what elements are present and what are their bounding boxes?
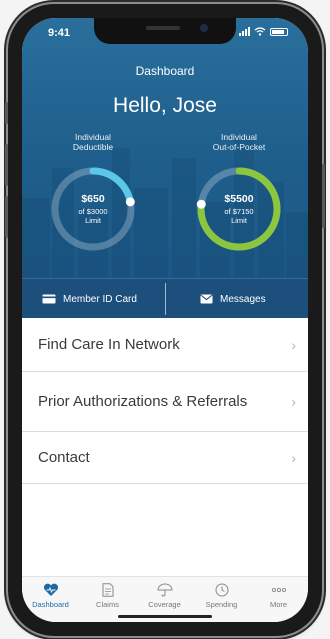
battery-icon (270, 27, 288, 36)
app-screen: 9:41 Dashboard Hello, Jose Individual De… (22, 18, 308, 622)
tab-label: More (269, 600, 288, 609)
oop-values: $5500 of $7150 Limit (192, 162, 286, 256)
messages-label: Messages (220, 293, 266, 305)
tab-spending[interactable]: Spending (193, 583, 250, 609)
envelope-icon (200, 294, 213, 304)
oop-limit-label: Limit (231, 216, 247, 225)
dots-icon (271, 587, 286, 593)
greeting: Hello, Jose (113, 94, 217, 117)
mute-switch (5, 102, 8, 124)
oop-label-line1: Individual (221, 132, 257, 142)
page-title: Dashboard (135, 64, 195, 78)
umbrella-icon (156, 583, 173, 597)
phone-frame: 9:41 Dashboard Hello, Jose Individual De… (5, 4, 325, 636)
navigation-menu: Find Care In Network › Prior Authorizati… (22, 318, 308, 484)
deductible-of: of $3000 (78, 207, 108, 216)
oop-amount: $5500 (224, 193, 254, 205)
tab-coverage[interactable]: Coverage (136, 583, 193, 609)
member-id-card-label: Member ID Card (63, 293, 137, 305)
id-card-icon (42, 294, 56, 304)
menu-item-label: Contact (38, 449, 90, 466)
tab-more[interactable]: More (250, 583, 307, 609)
tab-label: Spending (205, 600, 238, 609)
heart-icon (43, 583, 58, 596)
deductible-label-line1: Individual (75, 132, 111, 142)
oop-label-line2: Out-of-Pocket (212, 142, 266, 152)
deductible-values: $650 of $3000 Limit (46, 162, 140, 256)
tab-dashboard[interactable]: Dashboard (22, 583, 79, 609)
power-button (322, 164, 325, 228)
menu-item-label: Prior Authorizations & Referrals (38, 393, 248, 410)
volume-down-button (5, 196, 8, 238)
volume-up-button (5, 144, 8, 186)
cellular-signal-icon (239, 27, 250, 36)
status-time: 9:41 (48, 27, 71, 39)
tab-label: Dashboard (32, 600, 69, 609)
deductible-label: Individual Deductible (38, 132, 148, 152)
menu-item-contact[interactable]: Contact › (22, 432, 308, 484)
chevron-right-icon: › (291, 336, 296, 353)
oop-label: Individual Out-of-Pocket (184, 132, 294, 152)
member-id-card-button[interactable]: Member ID Card (42, 279, 137, 318)
quick-actions-bar: Member ID Card Messages (22, 278, 308, 318)
wifi-icon (254, 27, 266, 36)
menu-item-prior-authorizations[interactable]: Prior Authorizations & Referrals › (22, 372, 308, 432)
action-divider (165, 283, 166, 315)
menu-item-find-care[interactable]: Find Care In Network › (22, 318, 308, 372)
tab-bar: Dashboard Claims Coverage Spending More (22, 576, 308, 622)
tab-label: Claims (96, 600, 119, 609)
oop-gauge[interactable]: $5500 of $7150 Limit (192, 162, 286, 256)
menu-item-label: Find Care In Network (38, 336, 180, 353)
tab-label: Coverage (148, 600, 181, 609)
camera-dot (200, 24, 208, 32)
home-indicator (118, 615, 212, 618)
deductible-label-line2: Deductible (72, 142, 114, 152)
chevron-right-icon: › (291, 449, 296, 466)
deductible-amount: $650 (81, 193, 105, 205)
oop-of: of $7150 (224, 207, 254, 216)
document-icon (102, 583, 113, 597)
deductible-gauge[interactable]: $650 of $3000 Limit (46, 162, 140, 256)
chevron-right-icon: › (291, 393, 296, 409)
tab-claims[interactable]: Claims (79, 583, 136, 609)
deductible-limit-label: Limit (85, 216, 101, 225)
speaker-grille (146, 26, 180, 30)
phone-notch (94, 18, 236, 44)
clock-icon (215, 583, 228, 597)
messages-button[interactable]: Messages (200, 279, 266, 318)
status-icons (239, 27, 288, 36)
dashboard-hero: 9:41 Dashboard Hello, Jose Individual De… (22, 18, 308, 318)
